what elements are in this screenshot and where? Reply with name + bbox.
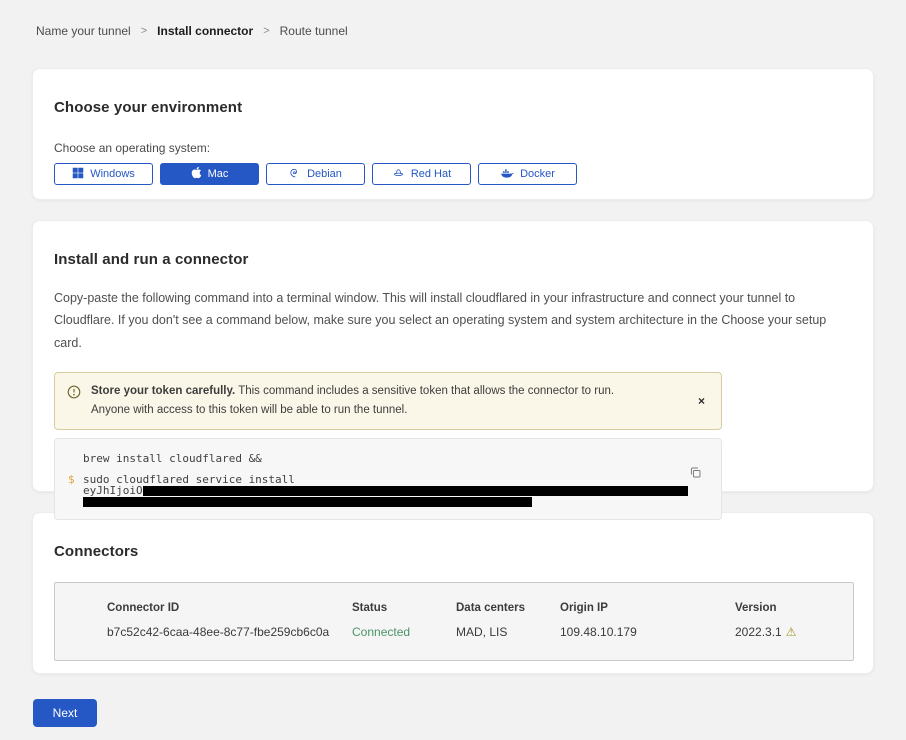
connectors-table: Connector ID Status Data centers Origin … xyxy=(54,582,854,661)
tunnel-setup-page: Name your tunnel > Install connector > R… xyxy=(0,0,906,727)
next-button[interactable]: Next xyxy=(33,699,97,727)
debian-icon xyxy=(289,167,301,182)
apple-icon xyxy=(191,166,202,182)
os-button-group: Windows Mac Debian Red Hat Docker xyxy=(54,163,852,185)
os-button-label: Docker xyxy=(520,168,555,180)
code-line-token: eyJhIjoiO xyxy=(68,485,707,496)
origin-ip-value: 109.48.10.179 xyxy=(560,625,735,639)
os-button-mac[interactable]: Mac xyxy=(160,163,259,185)
col-header-data-centers: Data centers xyxy=(456,602,560,614)
breadcrumb-separator: > xyxy=(263,25,269,37)
connectors-title: Connectors xyxy=(54,543,852,560)
token-prefix: eyJhIjoiO xyxy=(83,485,143,496)
col-header-connector-id: Connector ID xyxy=(107,602,352,614)
prompt-spacer xyxy=(68,496,83,506)
redacted-token-bar xyxy=(83,497,532,507)
install-description: Copy-paste the following command into a … xyxy=(54,287,852,354)
code-line-token-2 xyxy=(68,496,707,506)
col-header-version: Version xyxy=(735,602,843,614)
token-warning-banner: Store your token carefully. This command… xyxy=(54,372,722,430)
status-badge: Connected xyxy=(352,625,456,639)
col-header-status: Status xyxy=(352,602,456,614)
data-centers-value: MAD, LIS xyxy=(456,625,560,639)
os-button-redhat[interactable]: Red Hat xyxy=(372,163,471,185)
windows-icon xyxy=(72,167,84,182)
os-button-windows[interactable]: Windows xyxy=(54,163,153,185)
close-icon[interactable]: × xyxy=(694,394,709,408)
alert-circle-icon xyxy=(67,385,81,420)
breadcrumb-install-connector[interactable]: Install connector xyxy=(157,24,253,38)
breadcrumb-separator: > xyxy=(141,25,147,37)
docker-icon xyxy=(500,167,514,182)
install-command-code-block: brew install cloudflared && $sudo cloudf… xyxy=(54,438,722,520)
warning-triangle-icon: ⚠ xyxy=(786,625,797,639)
shell-prompt: $ xyxy=(68,474,83,485)
redacted-token-bar xyxy=(143,486,688,496)
token-warning-text: Store your token carefully. This command… xyxy=(91,382,651,420)
install-connector-card: Install and run a connector Copy-paste t… xyxy=(32,220,874,492)
breadcrumb-route-tunnel[interactable]: Route tunnel xyxy=(280,24,348,38)
breadcrumb: Name your tunnel > Install connector > R… xyxy=(32,0,874,38)
col-header-origin-ip: Origin IP xyxy=(560,602,735,614)
breadcrumb-name-your-tunnel[interactable]: Name your tunnel xyxy=(36,24,131,38)
os-button-debian[interactable]: Debian xyxy=(266,163,365,185)
redhat-icon xyxy=(392,167,405,182)
install-connector-title: Install and run a connector xyxy=(54,251,852,268)
code-line-brew: brew install cloudflared && xyxy=(68,453,707,464)
connectors-card: Connectors Connector ID Status Data cent… xyxy=(32,512,874,674)
code-line-sudo: $sudo cloudflared service install xyxy=(68,474,707,485)
connector-id-value: b7c52c42-6caa-48ee-8c77-fbe259cb6c0a xyxy=(107,625,352,639)
os-select-label: Choose an operating system: xyxy=(54,141,852,155)
version-value: 2022.3.1 ⚠ xyxy=(735,625,843,639)
token-warning-bold: Store your token carefully. xyxy=(91,385,235,397)
choose-environment-title: Choose your environment xyxy=(54,99,852,116)
os-button-label: Red Hat xyxy=(411,168,451,180)
os-button-label: Debian xyxy=(307,168,342,180)
copy-icon[interactable] xyxy=(689,466,702,482)
os-button-docker[interactable]: Docker xyxy=(478,163,577,185)
version-number: 2022.3.1 xyxy=(735,625,782,639)
os-button-label: Windows xyxy=(90,168,135,180)
choose-environment-card: Choose your environment Choose an operat… xyxy=(32,68,874,200)
prompt-spacer xyxy=(68,453,83,464)
os-button-label: Mac xyxy=(208,168,229,180)
code-text: brew install cloudflared && xyxy=(83,453,262,464)
prompt-spacer xyxy=(68,485,83,496)
